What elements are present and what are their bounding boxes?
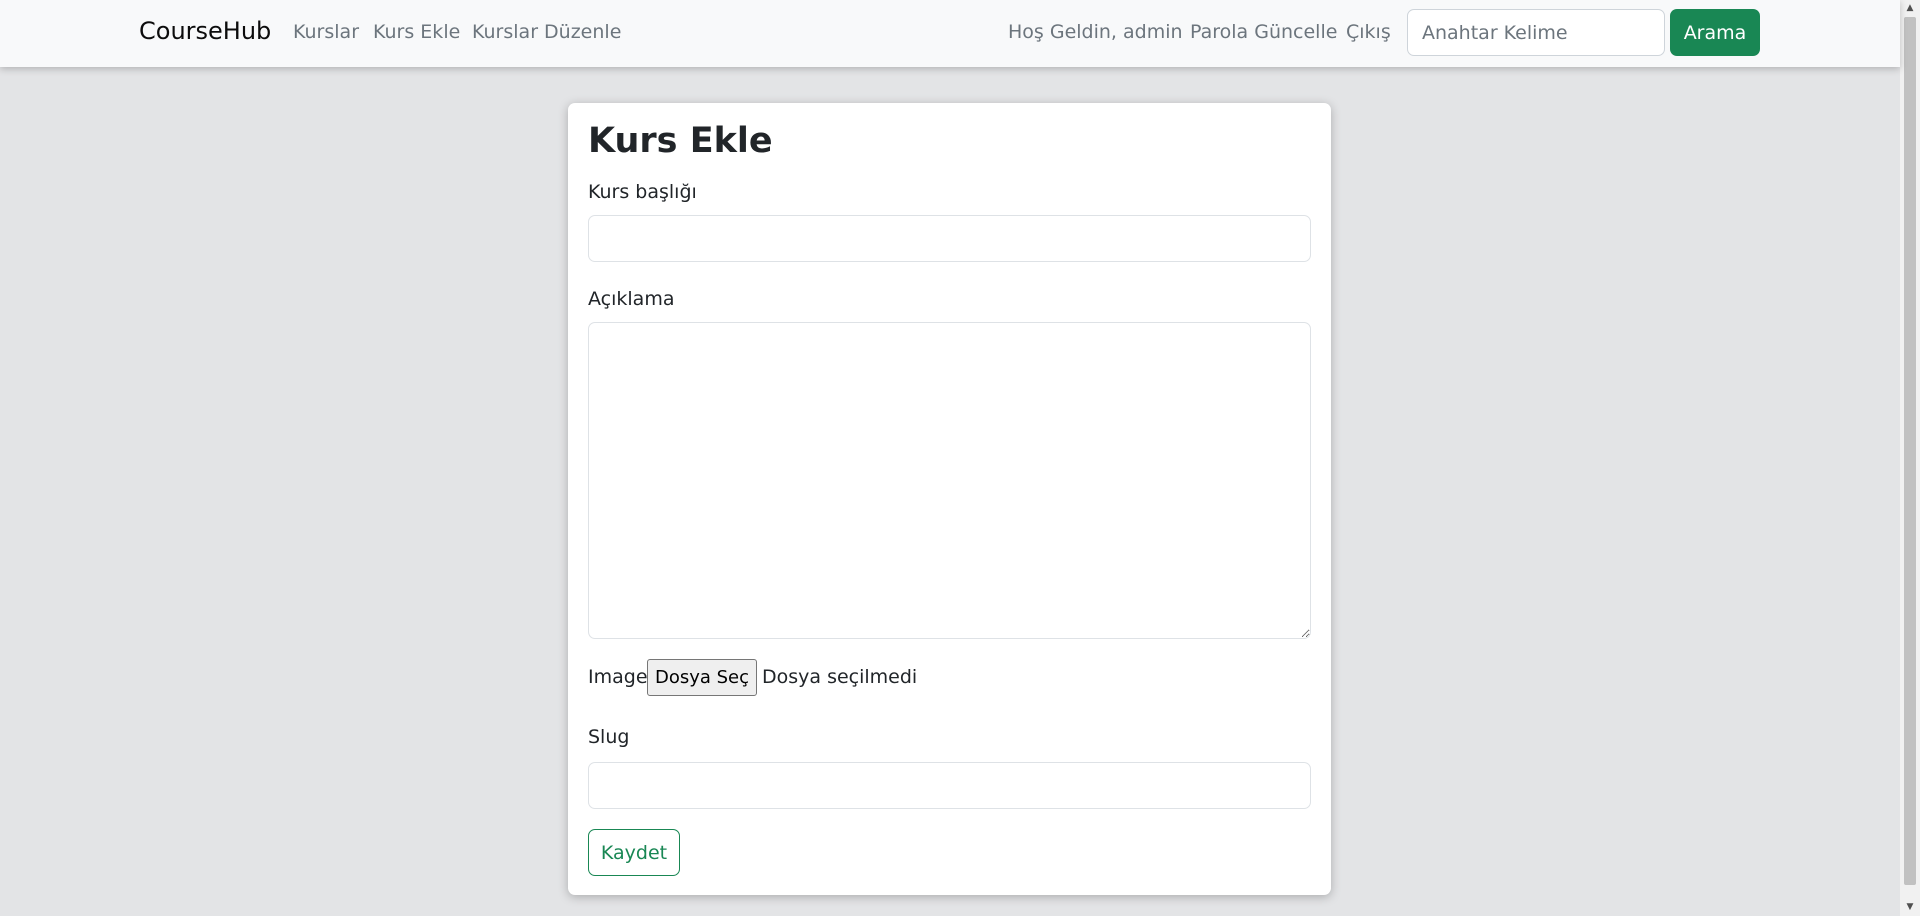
course-title-input[interactable] (588, 215, 1311, 262)
nav-link-change-password[interactable]: Parola Güncelle (1190, 21, 1337, 43)
slug-label: Slug (588, 726, 630, 748)
scroll-up-arrow-icon[interactable]: ▲ (1900, 0, 1920, 17)
nav-link-add-course[interactable]: Kurs Ekle (373, 21, 460, 43)
top-navbar: CourseHub Kurslar Kurs Ekle Kurslar Düze… (0, 0, 1900, 67)
scrollbar-thumb[interactable] (1904, 17, 1916, 885)
file-status-text: Dosya seçilmedi (762, 666, 918, 688)
page-title: Kurs Ekle (588, 121, 773, 161)
save-button[interactable]: Kaydet (588, 829, 680, 876)
nav-link-logout[interactable]: Çıkış (1346, 21, 1391, 43)
image-label: Image (588, 666, 648, 688)
scroll-down-arrow-icon[interactable]: ▼ (1900, 899, 1920, 916)
description-label: Açıklama (588, 288, 675, 310)
course-title-label: Kurs başlığı (588, 181, 697, 203)
description-textarea[interactable] (588, 322, 1311, 639)
nav-link-courses[interactable]: Kurslar (293, 21, 359, 43)
search-input[interactable] (1407, 9, 1665, 56)
search-button[interactable]: Arama (1670, 9, 1760, 56)
choose-file-button[interactable]: Dosya Seç (647, 659, 757, 696)
slug-input[interactable] (588, 762, 1311, 809)
add-course-card: Kurs Ekle Kurs başlığı Açıklama Image Do… (568, 103, 1331, 895)
brand-logo[interactable]: CourseHub (139, 17, 271, 45)
nav-link-edit-courses[interactable]: Kurslar Düzenle (472, 21, 621, 43)
welcome-text: Hoş Geldin, admin (1008, 21, 1183, 43)
